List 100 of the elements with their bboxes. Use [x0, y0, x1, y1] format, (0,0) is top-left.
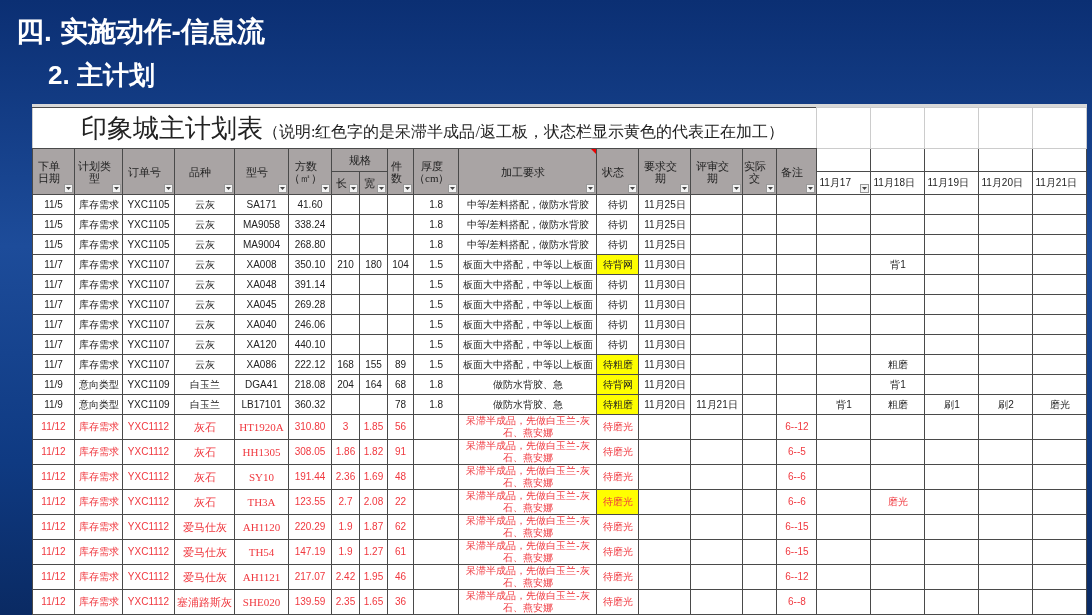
table-cell: AH1120	[234, 514, 289, 540]
column-header[interactable]: 计划类型	[74, 148, 123, 195]
table-cell: 11/7	[32, 334, 75, 355]
column-header[interactable]: 状态	[596, 148, 639, 195]
filter-button[interactable]	[224, 184, 233, 193]
filter-button[interactable]	[448, 184, 458, 193]
column-label: 品种	[189, 165, 211, 178]
table-cell: 云灰	[174, 194, 235, 215]
filter-button[interactable]	[64, 184, 73, 193]
table-cell: 11月21日	[690, 394, 743, 415]
filter-button[interactable]	[164, 184, 173, 193]
table-cell: 11月30日	[638, 254, 691, 275]
filter-button[interactable]	[860, 184, 870, 193]
table-cell: 1.5	[413, 354, 459, 375]
table-cell: 背1	[870, 374, 925, 395]
table-cell: 2.7	[331, 489, 360, 515]
table-cell: 库存需求	[74, 274, 123, 295]
filter-button[interactable]	[349, 184, 358, 193]
table-cell: 11/7	[32, 354, 75, 375]
status-cell: 待磨光	[596, 564, 639, 590]
table-cell: 11月30日	[638, 294, 691, 315]
table-cell: 粗磨	[870, 354, 925, 375]
filter-button[interactable]	[112, 184, 121, 193]
filter-button[interactable]	[321, 184, 330, 193]
table-cell: AH1121	[234, 564, 289, 590]
table-cell: 164	[359, 374, 388, 395]
table-cell: TH54	[234, 539, 289, 565]
column-header[interactable]: 型号	[234, 148, 289, 195]
table-cell: 11月30日	[638, 274, 691, 295]
table-cell: YXC1112	[122, 464, 175, 490]
table-cell: 6--6	[776, 464, 817, 490]
table-cell: XA040	[234, 314, 289, 335]
column-header[interactable]: 备注	[776, 148, 817, 195]
table-cell: 6--12	[776, 414, 817, 440]
table-cell: 刷1	[924, 394, 979, 415]
table-cell: XA008	[234, 254, 289, 275]
sheet-note: （说明:红色字的是呆滞半成品/返工板，状态栏显示黄色的代表正在加工）	[263, 122, 784, 140]
table-cell: 1.5	[413, 314, 459, 335]
status-cell: 待磨光	[596, 514, 639, 540]
table-cell: 11/12	[32, 414, 75, 440]
table-cell: YXC1112	[122, 514, 175, 540]
table-cell: 库存需求	[74, 214, 123, 235]
column-header[interactable]: 评审交期	[690, 148, 743, 195]
column-header[interactable]: 实际交	[742, 148, 777, 195]
table-cell: 呆滞半成品，先做白玉兰-灰石、燕安娜	[458, 564, 597, 590]
column-header[interactable]: 件数	[387, 148, 414, 195]
table-cell: 308.05	[288, 439, 332, 465]
table-cell: LB17101	[234, 394, 289, 415]
caret-icon	[280, 187, 285, 190]
filter-button[interactable]	[403, 184, 412, 193]
table-cell: TH3A	[234, 489, 289, 515]
status-cell: 待切	[596, 334, 639, 355]
table-cell: 440.10	[288, 334, 332, 355]
filter-button[interactable]	[732, 184, 742, 193]
table-cell: 11/7	[32, 254, 75, 275]
filter-button[interactable]	[377, 184, 386, 193]
filter-button[interactable]	[806, 184, 816, 193]
caret-icon	[682, 187, 688, 190]
column-header[interactable]: 加工要求	[458, 148, 597, 195]
column-label: 状态	[602, 165, 625, 178]
column-label: 实际交	[743, 159, 766, 184]
column-header[interactable]: 下单日期	[32, 148, 75, 195]
table-cell: 2.42	[331, 564, 360, 590]
table-cell: 1.87	[359, 514, 388, 540]
table-cell: YXC1107	[122, 254, 175, 275]
table-cell: 56	[387, 414, 414, 440]
table-cell: 78	[387, 394, 414, 415]
filter-button[interactable]	[680, 184, 690, 193]
table-cell: XA120	[234, 334, 289, 355]
table-cell: 210	[331, 254, 360, 275]
filter-button[interactable]	[278, 184, 287, 193]
column-label: 11月21日	[1035, 177, 1077, 189]
table-cell: 89	[387, 354, 414, 375]
column-header[interactable]: 品种	[174, 148, 235, 195]
column-header[interactable]: 订单号	[122, 148, 175, 195]
table-cell: SHE020	[234, 589, 289, 615]
table-cell: 库存需求	[74, 334, 123, 355]
column-header[interactable]: 方数（㎡）	[288, 148, 332, 195]
sheet-title: 印象城主计划表	[81, 113, 263, 143]
table-cell: 云灰	[174, 214, 235, 235]
table-cell: YXC1109	[122, 394, 175, 415]
status-cell: 待切	[596, 294, 639, 315]
table-cell: 做防水背胶、急	[458, 394, 597, 415]
column-header[interactable]: 厚度（cm）	[413, 148, 459, 195]
filter-button[interactable]	[586, 184, 596, 193]
caret-icon	[405, 187, 410, 190]
column-label: 下单日期	[37, 159, 61, 184]
table-cell: 灰石	[174, 414, 235, 440]
table-cell: 68	[387, 374, 414, 395]
filter-button[interactable]	[628, 184, 638, 193]
table-cell: 云灰	[174, 274, 235, 295]
table-cell: 155	[359, 354, 388, 375]
table-cell: 11/9	[32, 374, 75, 395]
column-label: 11月17	[819, 177, 851, 189]
table-cell: 云灰	[174, 294, 235, 315]
table-cell: 1.9	[331, 539, 360, 565]
filter-button[interactable]	[766, 184, 776, 193]
table-cell: 62	[387, 514, 414, 540]
column-header[interactable]: 要求交期	[638, 148, 691, 195]
table-cell: 库存需求	[74, 514, 123, 540]
